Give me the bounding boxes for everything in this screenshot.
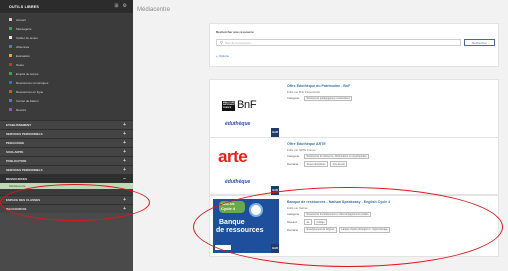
speakeasy-banque: Banque (219, 219, 245, 226)
speakeasy-cycle: Cycle 4 (221, 206, 236, 211)
category-chip: Ressources pédagogiques et éducatives (304, 95, 353, 102)
section-publication[interactable]: PUBLICATION + (0, 156, 133, 165)
tool-item-messagerie[interactable]: Messagerie (0, 24, 133, 33)
tool-item-carnet[interactable]: Carnet de liaison (0, 96, 133, 105)
grid-icon[interactable]: ⊞ (114, 4, 118, 9)
resource-publisher: Édité par BnF Partenariats (287, 89, 320, 94)
category-chip: Ressources d'entraînement et d'accompagn… (304, 211, 372, 218)
section-scolarite[interactable]: SCOLARITE + (0, 147, 133, 156)
domain-chip: Toutes disciplines (304, 161, 328, 168)
tool-item-ressources-num[interactable]: Ressources numériques (0, 78, 133, 87)
resource-publisher: Édité par ARTE France (287, 147, 316, 152)
level-chip: 4e (304, 219, 312, 226)
bnf-logo[interactable]: BIBLIOTHÈQUE NATIONALE DE FRANCE BnF édu… (213, 83, 279, 137)
resource-title[interactable]: Offre Éduthèque du Patrimoine - BnF (287, 84, 494, 88)
category-row: Catégorie Ressources d'entraînement et d… (287, 211, 494, 218)
gar-badge: GAR (271, 128, 279, 137)
domain-row: Domaine Toutes disciplines Arts visuels (287, 161, 494, 168)
tool-item-absences[interactable]: Absences (0, 42, 133, 51)
notebook-icon (9, 99, 12, 102)
section-pedagogie[interactable]: PEDAGOGIE + (0, 138, 133, 147)
search-icon: ⚲ (220, 40, 223, 45)
plus-icon: + (123, 130, 126, 137)
resource-card-speakeasy[interactable]: ANGLAIS Cycle 4 Banque de ressources GAR… (209, 195, 499, 257)
gar-badge: GAR (271, 244, 279, 253)
edutheque-logo: éduthèque (225, 121, 251, 127)
tools-list: Accueil Messagerie Cahier de textes Abse… (0, 13, 133, 120)
publisher-logo (215, 245, 231, 250)
search-label: Rechercher une ressource (216, 30, 254, 34)
calendar-icon (9, 72, 12, 75)
search-panel: Rechercher une ressource ⚲ Nom de la res… (209, 23, 499, 67)
plus-icon: + (123, 205, 126, 212)
sidebar-title: OUTILS LIBRES (9, 4, 39, 9)
domain-chip: Enseignement de langues (304, 227, 337, 233)
mail-icon (9, 27, 12, 30)
resource-card-bnf[interactable]: BIBLIOTHÈQUE NATIONALE DE FRANCE BnF édu… (209, 79, 499, 139)
section-services-personnels[interactable]: SERVICES PERSONNELS + (0, 129, 133, 138)
tool-item-evaluation[interactable]: Evaluation (0, 51, 133, 60)
monitor-icon (9, 81, 12, 84)
resource-publisher: Édité par Nathan (287, 205, 308, 210)
plus-icon: + (123, 166, 126, 173)
book-icon (9, 36, 12, 39)
plus-icon: + (123, 121, 126, 128)
page-title: Médiacentre (137, 7, 171, 13)
globe-icon (9, 90, 12, 93)
resource-title[interactable]: Offre Éduthèque ARTE (287, 142, 494, 146)
category-row: Catégorie Ressources de référence, dicti… (287, 153, 494, 160)
options-link[interactable]: + Options (216, 54, 229, 58)
section-services-personnels-2[interactable]: SERVICES PERSONNELS + (0, 165, 133, 174)
tool-item-edt[interactable]: Emploi du temps (0, 69, 133, 78)
section-ressources[interactable]: RESSOURCES − (0, 174, 133, 183)
sidebar-header: OUTILS LIBRES ⊞ ⚙ (0, 0, 133, 13)
bnf-logo-text: BnF (237, 99, 257, 111)
tool-item-ressources-ligne[interactable]: Ressources en ligne (0, 87, 133, 96)
user-icon (9, 45, 12, 48)
speakeasy-badge-icon (249, 203, 263, 217)
minus-icon: − (123, 175, 126, 182)
section-espace-classes[interactable]: ESPACE DES CLASSES + (0, 195, 133, 204)
search-input[interactable]: ⚲ Nom de la ressource (216, 39, 461, 46)
tool-item-notes[interactable]: Notes (0, 60, 133, 69)
resource-title[interactable]: Banque de ressources - Nathan Speakeasy … (287, 200, 494, 204)
task-icon (9, 108, 12, 111)
gear-icon[interactable]: ⚙ (123, 4, 127, 9)
plus-icon: + (123, 157, 126, 164)
plus-icon: + (123, 148, 126, 155)
search-placeholder: Nom de la ressource (224, 40, 251, 45)
level-chip: Collège (313, 219, 328, 226)
domain-row: Domaine Enseignement de langues Langue v… (287, 227, 494, 233)
search-button[interactable]: Rechercher (464, 39, 495, 46)
domain-chip: Arts visuels (329, 161, 348, 168)
plus-icon: + (123, 139, 126, 146)
tool-item-devoirs[interactable]: Devoirs (0, 105, 133, 114)
edutheque-logo: éduthèque (225, 179, 251, 185)
gar-badge: GAR (271, 186, 279, 195)
tool-item-accueil[interactable]: Accueil (0, 15, 133, 24)
sidebar: OUTILS LIBRES ⊞ ⚙ Accueil Messagerie Cah… (0, 0, 133, 271)
speakeasy-ressources: de ressources (216, 227, 264, 234)
domain-chip: Langue vivante étrangère 1 : Apprentissa… (338, 227, 391, 233)
chart-icon (9, 54, 12, 57)
arte-logo[interactable]: arte éduthèque GAR (213, 141, 279, 195)
home-icon (9, 18, 12, 21)
section-raccourcis[interactable]: RACCOURCIS + (0, 204, 133, 213)
tool-item-cahier[interactable]: Cahier de textes (0, 33, 133, 42)
speakeasy-logo[interactable]: ANGLAIS Cycle 4 Banque de ressources GAR (213, 199, 279, 253)
level-row: Niveaux 4e Collège (287, 219, 494, 226)
resource-card-arte[interactable]: arte éduthèque GAR Offre Éduthèque ARTE … (209, 137, 499, 195)
category-chip: Ressources de référence, dictionnaires e… (304, 153, 370, 160)
arte-logo-text: arte (218, 147, 248, 166)
bnf-logo-box: BIBLIOTHÈQUE NATIONALE DE FRANCE (222, 101, 238, 111)
note-icon (9, 63, 12, 66)
category-row: Catégorie Ressources pédagogiques et édu… (287, 95, 494, 102)
plus-icon: + (123, 196, 126, 203)
section-etablissement[interactable]: ETABLISSEMENT + (0, 120, 133, 129)
